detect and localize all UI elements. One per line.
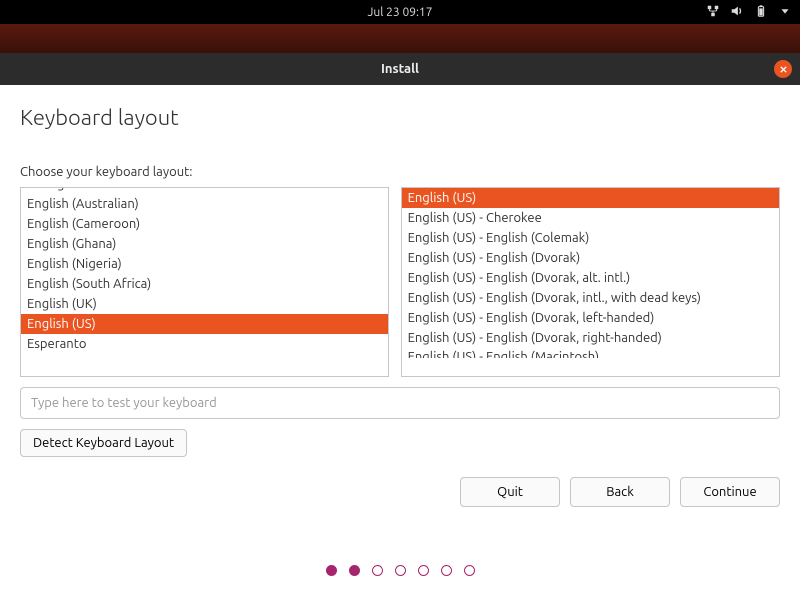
window-title-bar: Install bbox=[0, 53, 800, 85]
list-item[interactable]: English (US) - English (Colemak) bbox=[402, 228, 779, 248]
progress-dots bbox=[0, 540, 800, 600]
list-item[interactable]: Dzongkha bbox=[21, 187, 388, 194]
variant-list[interactable]: English (US)English (US) - CherokeeEngli… bbox=[401, 187, 780, 377]
list-item[interactable]: English (Ghana) bbox=[21, 234, 388, 254]
keyboard-test-input[interactable] bbox=[20, 387, 780, 419]
progress-dot bbox=[464, 565, 475, 576]
list-item[interactable]: English (US) - English (Dvorak, right-ha… bbox=[402, 328, 779, 348]
system-top-bar: Jul 23 09:17 bbox=[0, 0, 800, 24]
installer-content: Keyboard layout Choose your keyboard lay… bbox=[0, 85, 800, 540]
back-button[interactable]: Back bbox=[570, 477, 670, 507]
progress-dot bbox=[349, 565, 360, 576]
list-item[interactable]: English (South Africa) bbox=[21, 274, 388, 294]
list-item[interactable]: English (US) - English (Macintosh) bbox=[402, 348, 779, 358]
window-title: Install bbox=[381, 62, 419, 76]
clock-text: Jul 23 09:17 bbox=[368, 6, 433, 19]
progress-dot bbox=[395, 565, 406, 576]
decorative-strip bbox=[0, 24, 800, 53]
instruction-label: Choose your keyboard layout: bbox=[20, 165, 780, 179]
list-item[interactable]: English (US) - English (Dvorak, left-han… bbox=[402, 308, 779, 328]
volume-icon[interactable] bbox=[730, 4, 744, 21]
list-item[interactable]: English (Nigeria) bbox=[21, 254, 388, 274]
list-item[interactable]: English (US) - English (Dvorak, alt. int… bbox=[402, 268, 779, 288]
progress-dot bbox=[441, 565, 452, 576]
list-item[interactable]: English (US) - English (Dvorak, intl., w… bbox=[402, 288, 779, 308]
list-item[interactable]: English (US) bbox=[21, 314, 388, 334]
continue-button[interactable]: Continue bbox=[680, 477, 780, 507]
list-item[interactable]: English (US) - Cherokee bbox=[402, 208, 779, 228]
list-item[interactable]: English (UK) bbox=[21, 294, 388, 314]
detect-layout-button[interactable]: Detect Keyboard Layout bbox=[20, 429, 187, 457]
quit-button[interactable]: Quit bbox=[460, 477, 560, 507]
network-icon[interactable] bbox=[706, 4, 720, 21]
list-item[interactable]: English (US) - English (Dvorak) bbox=[402, 248, 779, 268]
nav-buttons: Quit Back Continue bbox=[20, 477, 780, 507]
progress-dot bbox=[372, 565, 383, 576]
chevron-down-icon[interactable] bbox=[778, 4, 792, 21]
progress-dot bbox=[418, 565, 429, 576]
list-item[interactable]: English (Cameroon) bbox=[21, 214, 388, 234]
list-item[interactable]: English (US) bbox=[402, 188, 779, 208]
progress-dot bbox=[326, 565, 337, 576]
close-button[interactable] bbox=[774, 60, 792, 78]
page-title: Keyboard layout bbox=[20, 105, 780, 130]
language-list[interactable]: DzongkhaEnglish (Australian)English (Cam… bbox=[20, 187, 389, 377]
list-item[interactable]: Esperanto bbox=[21, 334, 388, 354]
list-item[interactable]: English (Australian) bbox=[21, 194, 388, 214]
layout-lists: DzongkhaEnglish (Australian)English (Cam… bbox=[20, 187, 780, 377]
system-tray bbox=[706, 4, 792, 21]
battery-icon[interactable] bbox=[754, 4, 768, 21]
